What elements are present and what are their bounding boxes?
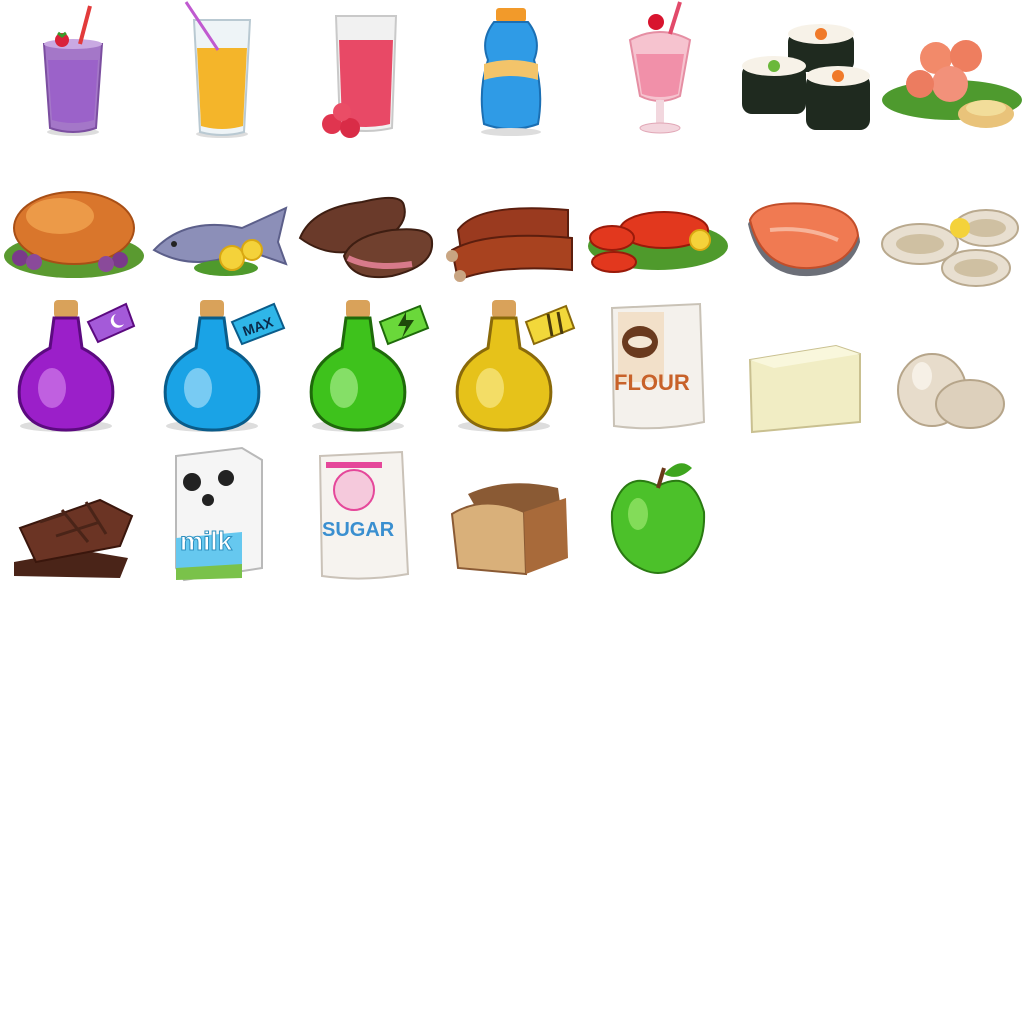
- blue-max-potion-icon: MAX: [146, 292, 292, 438]
- berry-smoothie-icon: [0, 0, 146, 146]
- cherry-milkshake-icon: [584, 0, 730, 146]
- sugar-bag-icon: SUGAR: [292, 438, 438, 584]
- bbq-ribs-icon: [438, 146, 584, 292]
- food-icon-sheet: MAX FLOUR milk SUGAR: [0, 0, 1024, 600]
- purple-moon-potion-icon: [0, 292, 146, 438]
- milk-carton-icon: milk: [146, 438, 292, 584]
- shrimp-platter-icon: [876, 0, 1022, 146]
- eggs-icon: [876, 292, 1022, 438]
- milk-label: milk: [180, 526, 233, 556]
- steak-icon: [292, 146, 438, 292]
- salmon-steak-icon: [730, 146, 876, 292]
- butter-icon: [730, 292, 876, 438]
- yellow-food-potion-icon: [438, 292, 584, 438]
- roast-turkey-icon: [0, 146, 146, 292]
- flour-label: FLOUR: [614, 370, 690, 395]
- grilled-fish-icon: [146, 146, 292, 292]
- oysters-icon: [876, 146, 1022, 292]
- bread-loaf-icon: [438, 438, 584, 584]
- sugar-label: SUGAR: [322, 519, 395, 541]
- orange-juice-icon: [146, 0, 292, 146]
- lobster-icon: [584, 146, 730, 292]
- sushi-rolls-icon: [730, 0, 876, 146]
- raspberry-juice-icon: [292, 0, 438, 146]
- flour-bag-icon: FLOUR: [584, 292, 730, 438]
- green-apple-icon: [584, 438, 730, 584]
- chocolate-bar-icon: [0, 438, 146, 584]
- sports-drink-icon: [438, 0, 584, 146]
- green-energy-potion-icon: [292, 292, 438, 438]
